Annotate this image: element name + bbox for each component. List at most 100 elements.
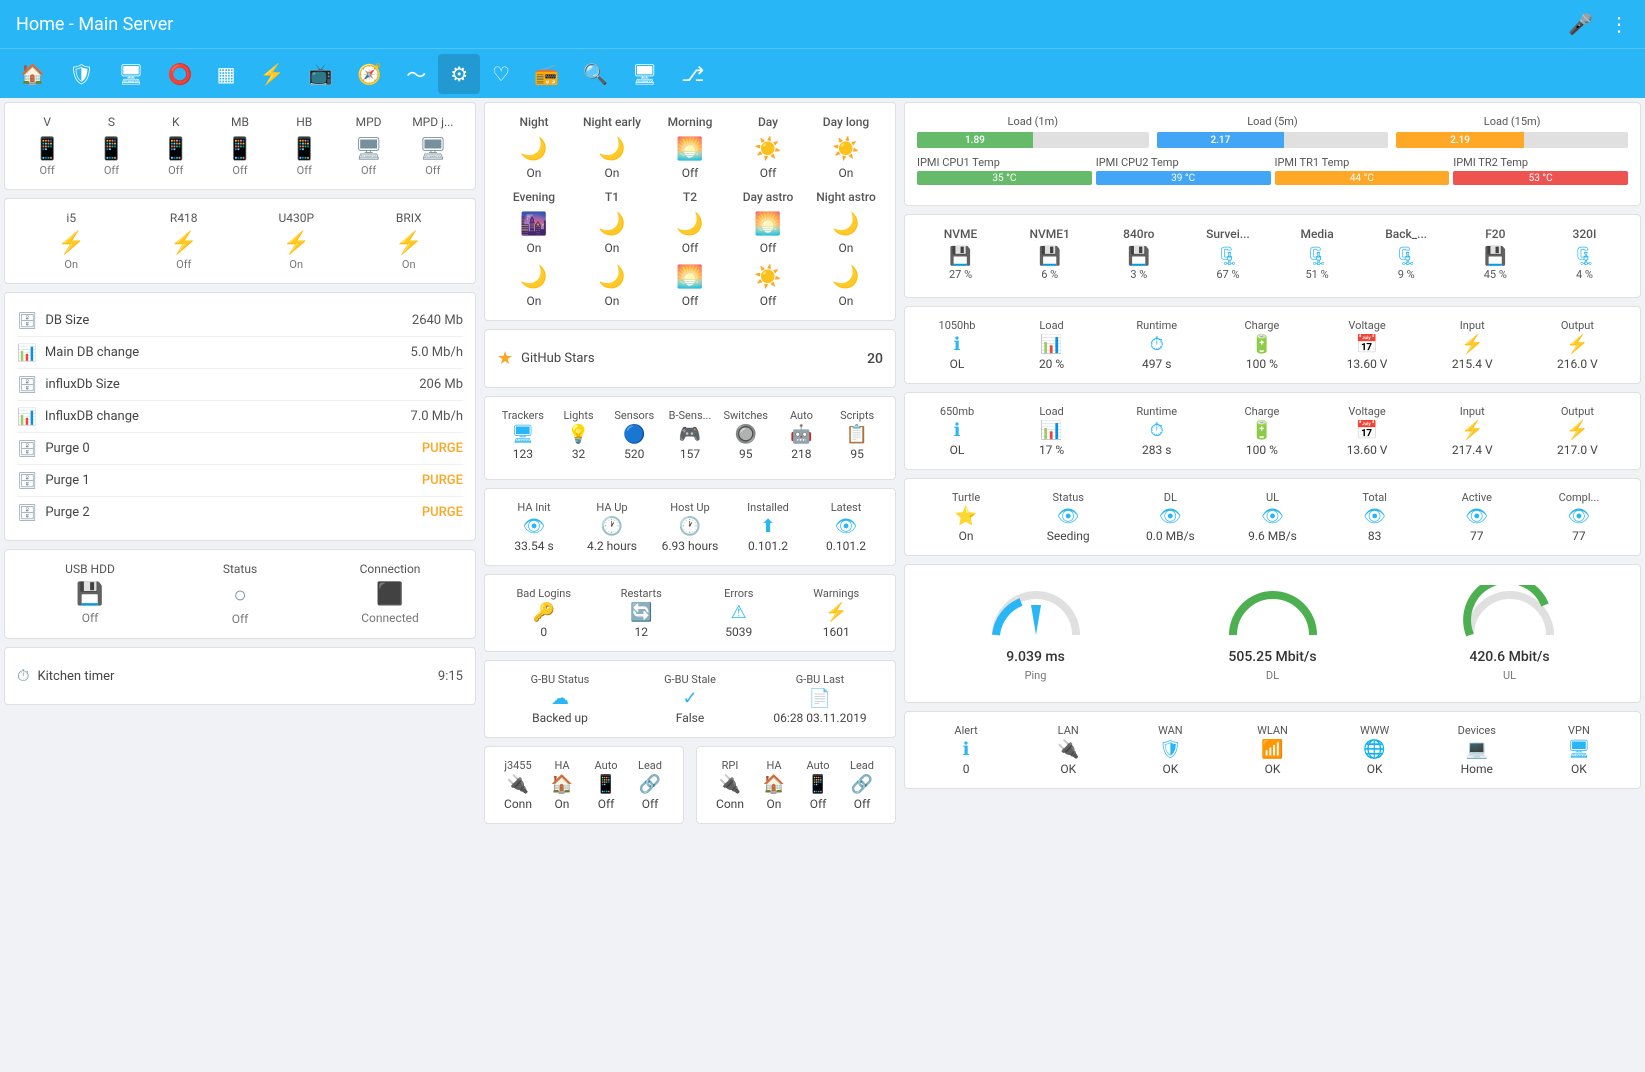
turtle-active-val: 77 [1470,529,1484,543]
turtle-ul-label: UL [1266,491,1279,504]
nav-hub[interactable]: ⎇ [669,54,716,94]
dev-k[interactable]: 📱Off [146,137,206,177]
srv-brix-icon: ⚡ [395,231,422,256]
sched-night-early[interactable]: Night early [575,115,649,133]
sched-r3c3[interactable]: 🌅Off [653,265,727,308]
main-db-change-icon: 📊 [17,343,37,362]
tr2-temp: IPMI TR2 Temp 53 °C [1453,156,1628,185]
sched-night-early-state: On [605,166,620,180]
warnings-icon: ⚡ [825,602,847,623]
nav-heart[interactable]: ♡ [480,54,522,94]
sched-morning-icon-row[interactable]: 🌅Off [653,137,727,180]
nav-desktop[interactable]: 🖥 [620,54,669,94]
usb-status-label: Off [167,612,313,626]
net-www-val: OK [1367,762,1383,776]
sched-night-early-icon-row[interactable]: 🌙On [575,137,649,180]
nvme-pct: 27 % [949,268,972,281]
ha-up-col: HA Up 🕐 4.2 hours [575,501,649,553]
srv-u430p[interactable]: U430P ⚡ On [242,211,351,271]
sched-day-long-state: On [839,166,854,180]
purge0-button[interactable]: PURGE [422,441,463,456]
srv-i5[interactable]: i5 ⚡ On [17,211,126,271]
rpi-ha-val: On [767,797,782,811]
840ro-pct: 3 % [1130,268,1147,281]
dev-mpd[interactable]: 🖥Off [338,137,398,177]
sched-r3c5[interactable]: 🌙On [809,265,883,308]
sched-evening-label: Evening [513,190,555,204]
gauges-row: 9.039 ms Ping 505.25 Mbit/s DL [917,577,1628,690]
nav-bolt[interactable]: ⚡ [248,54,297,94]
back-label: Back_... [1385,227,1427,241]
media-label: Media [1300,227,1333,241]
net-wlan-col: WLAN 📶 OK [1223,724,1321,776]
storage-grid: NVME 💾 27 % NVME1 💾 6 % 840ro 💾 3 % Surv… [917,227,1628,281]
ups1-input-label: Input [1460,319,1485,332]
nav-gear[interactable]: ⚙ [438,54,480,94]
sched-day-long[interactable]: Day long [809,115,883,133]
ups2-name-label: 650mb [940,405,974,418]
sched-t2-state: Off [682,241,699,255]
nav-home[interactable]: 🏠 [8,54,57,94]
srv-brix[interactable]: BRIX ⚡ On [355,211,464,271]
dev-mpd-icon: 🖥 [355,137,383,162]
ups1-name-label: 1050hb [939,319,976,332]
320i-pct: 4 % [1576,268,1593,281]
sched-night-astro-icon-row[interactable]: 🌙On [809,212,883,255]
nav-nav[interactable]: 🧭 [345,54,394,94]
sched-r3c2[interactable]: 🌙On [575,265,649,308]
mic-icon[interactable]: 🎤 [1568,12,1593,36]
j3455-conn-icon: 🔌 [507,774,529,795]
srv-r418[interactable]: R418 ⚡ Off [130,211,239,271]
purge2-button[interactable]: PURGE [422,505,463,520]
load-1m: Load (1m) 1.89 [917,115,1149,148]
sched-t1-icon-row[interactable]: 🌙On [575,212,649,255]
sched-night-icon-row[interactable]: 🌙On [497,137,571,180]
sched-night[interactable]: Night [497,115,571,133]
sched-r3c4[interactable]: ☀️Off [731,265,805,308]
sched-day[interactable]: Day [731,115,805,133]
gbu-card: G-BU Status ☁ Backed up G-BU Stale ✓ Fal… [484,660,896,738]
sched-day-astro-icon-row[interactable]: 🌅Off [731,212,805,255]
cpu2-temp-label: IPMI CPU2 Temp [1096,156,1271,169]
star-icon: ★ [497,348,513,369]
nav-shield[interactable]: 🛡 [57,54,106,94]
sched-r3c2-state: On [605,294,620,308]
dev-s-label: Off [104,164,119,177]
sched-morning[interactable]: Morning [653,115,727,133]
db-size-value: 2640 Mb [412,313,463,328]
sched-evening-icon-row[interactable]: 🌆On [497,212,571,255]
j3455-auto-col: Auto 📱 Off [585,759,627,811]
nav-circle[interactable]: ⭕ [156,54,205,94]
sched-t2-icon-row[interactable]: 🌙Off [653,212,727,255]
nav-radio[interactable]: 📻 [522,54,571,94]
ha-lights-label: Lights [564,409,594,422]
nav-search[interactable]: 🔍 [571,54,620,94]
nav-monitor[interactable]: 📺 [296,54,345,94]
sched-r3c1[interactable]: 🌙On [497,265,571,308]
ping-gauge: 9.039 ms Ping [986,585,1086,682]
ups1-input-val: 215.4 V [1452,357,1493,371]
sched-day-long-icon-row[interactable]: ☀️On [809,137,883,180]
cpu1-temp-bar: 35 °C [917,171,1092,185]
ups2-load-icon: 📊 [1040,420,1062,441]
purge1-button[interactable]: PURGE [422,473,463,488]
nav-waves[interactable]: 〜 [394,51,438,96]
dev-hb[interactable]: 📱Off [274,137,334,177]
main-db-change-row: 📊Main DB change 5.0 Mb/h [17,337,463,369]
dev-mb[interactable]: 📱Off [210,137,270,177]
menu-icon[interactable]: ⋮ [1609,12,1629,36]
dev-v[interactable]: 📱Off [17,137,77,177]
latest-val: 0.101.2 [826,539,866,553]
load-15m-label: Load (15m) [1396,115,1628,128]
j3455-lead-col: Lead 🔗 Off [629,759,671,811]
ping-label: Ping [1025,669,1047,682]
ha-up-icon: 🕐 [601,516,623,537]
nav-display[interactable]: 🖥 [106,54,155,94]
dev-s[interactable]: 📱Off [81,137,141,177]
nav-grid[interactable]: ▦ [205,54,248,94]
dev-mpdj[interactable]: 🖥Off [403,137,463,177]
ups2-runtime-col: Runtime ⏱ 283 s [1106,405,1207,457]
sched-day-icon-row[interactable]: ☀️Off [731,137,805,180]
restarts-icon: 🔄 [630,602,652,623]
db-size-icon: 🗄 [17,311,37,330]
